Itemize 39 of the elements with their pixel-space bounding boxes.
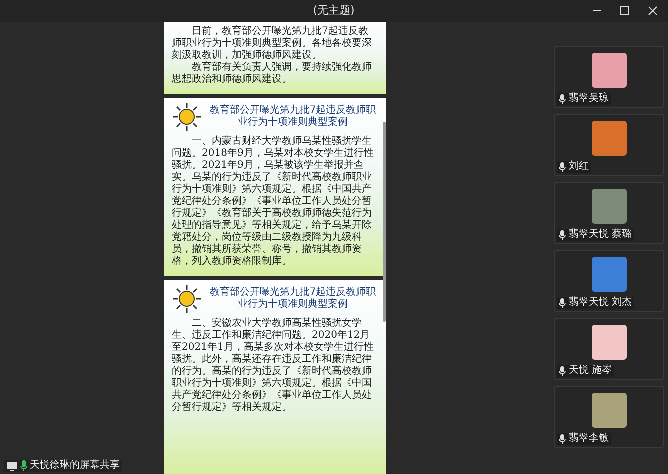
- window-title: (无主题): [313, 2, 355, 19]
- microphone-icon: [559, 162, 566, 172]
- participant-tile[interactable]: 翡翠李敏: [554, 386, 664, 448]
- microphone-icon: [559, 230, 566, 240]
- page-heading: 教育部公开曝光第九批7起违反教师职业行为十项准则典型案例: [208, 105, 378, 129]
- avatar-placeholder: [592, 257, 626, 292]
- microphone-icon: [559, 94, 566, 104]
- paragraph: 教育部有关负责人强调，要持续强化教师思想政治和师德师风建设。: [172, 62, 373, 86]
- participant-name: 翡翠李敏: [569, 433, 609, 445]
- close-icon[interactable]: [648, 6, 658, 16]
- screen-icon: [6, 460, 18, 472]
- sun-icon: [172, 102, 202, 132]
- participant-tile[interactable]: 翡翠吴琼: [554, 46, 664, 108]
- paragraph: 二、安徽农业大学教师高某性骚扰女学生、违反工作和廉洁纪律问题。2020年12月至2021年1月，高某多次对本校女学生进行性骚扰。此外，高某还存在违反工作和廉洁纪律的行为。高某的行为违反了《新时代高校教师职业行为十项准则》第六项规定。根据《中国共产党纪律处分条例》《事业单位工作人员处分暂行规定》等相关规定。: [172, 318, 375, 414]
- participant-name: 刘红: [569, 161, 589, 173]
- avatar-placeholder: [592, 121, 626, 156]
- participant-tile[interactable]: 翡翠天悦 蔡璐: [554, 182, 664, 244]
- avatar-placeholder: [592, 189, 626, 224]
- microphone-icon: [20, 460, 28, 472]
- microphone-icon: [559, 434, 566, 444]
- participant-name: 翡翠天悦 刘杰: [569, 297, 632, 309]
- microphone-icon: [559, 366, 566, 376]
- avatar-placeholder: [592, 53, 626, 88]
- avatar-placeholder: [592, 325, 626, 360]
- participant-tile[interactable]: 翡翠天悦 刘杰: [554, 250, 664, 312]
- page-heading: 教育部公开曝光第九批7起违反教师职业行为十项准则典型案例: [208, 287, 378, 311]
- avatar-placeholder: [592, 393, 626, 428]
- participant-name: 翡翠天悦 蔡璐: [569, 229, 632, 241]
- paragraph: 日前，教育部公开曝光第九批7起违反教师职业行为十项准则典型案例。各地各校要深刻汲取教训，加强师德师风建设。: [172, 26, 373, 62]
- screen-share-label: 天悦徐琳的屏幕共享: [30, 461, 120, 471]
- sun-icon: [172, 284, 202, 314]
- microphone-icon: [559, 298, 566, 308]
- participant-tile[interactable]: 天悦 施岑: [554, 318, 664, 380]
- participant-tile[interactable]: 刘红: [554, 114, 664, 176]
- participant-name: 天悦 施岑: [569, 365, 612, 377]
- participant-name: 翡翠吴琼: [569, 93, 609, 105]
- scrollbar[interactable]: [383, 122, 386, 322]
- paragraph: 一、内蒙古财经大学教师乌某性骚扰学生问题。2018年9月，乌某对本校女学生进行性骚扰。2021年9月，乌某被该学生举报并查实。乌某的行为违反了《新时代高校教师职业行为十项准则》第六项规定。根据《中国共产党纪律处分条例》《事业单位工作人员处分暂行规定》《教育部关于高校教师师德失范行为处理的指导意见》等相关规定，给予乌某开除党籍处分，岗位等级由二级教授降为九级科员，撤销其所获荣誉、称号，撤销其教师资格，列入教师资格限制库。: [172, 136, 375, 268]
- maximize-icon[interactable]: [620, 6, 630, 16]
